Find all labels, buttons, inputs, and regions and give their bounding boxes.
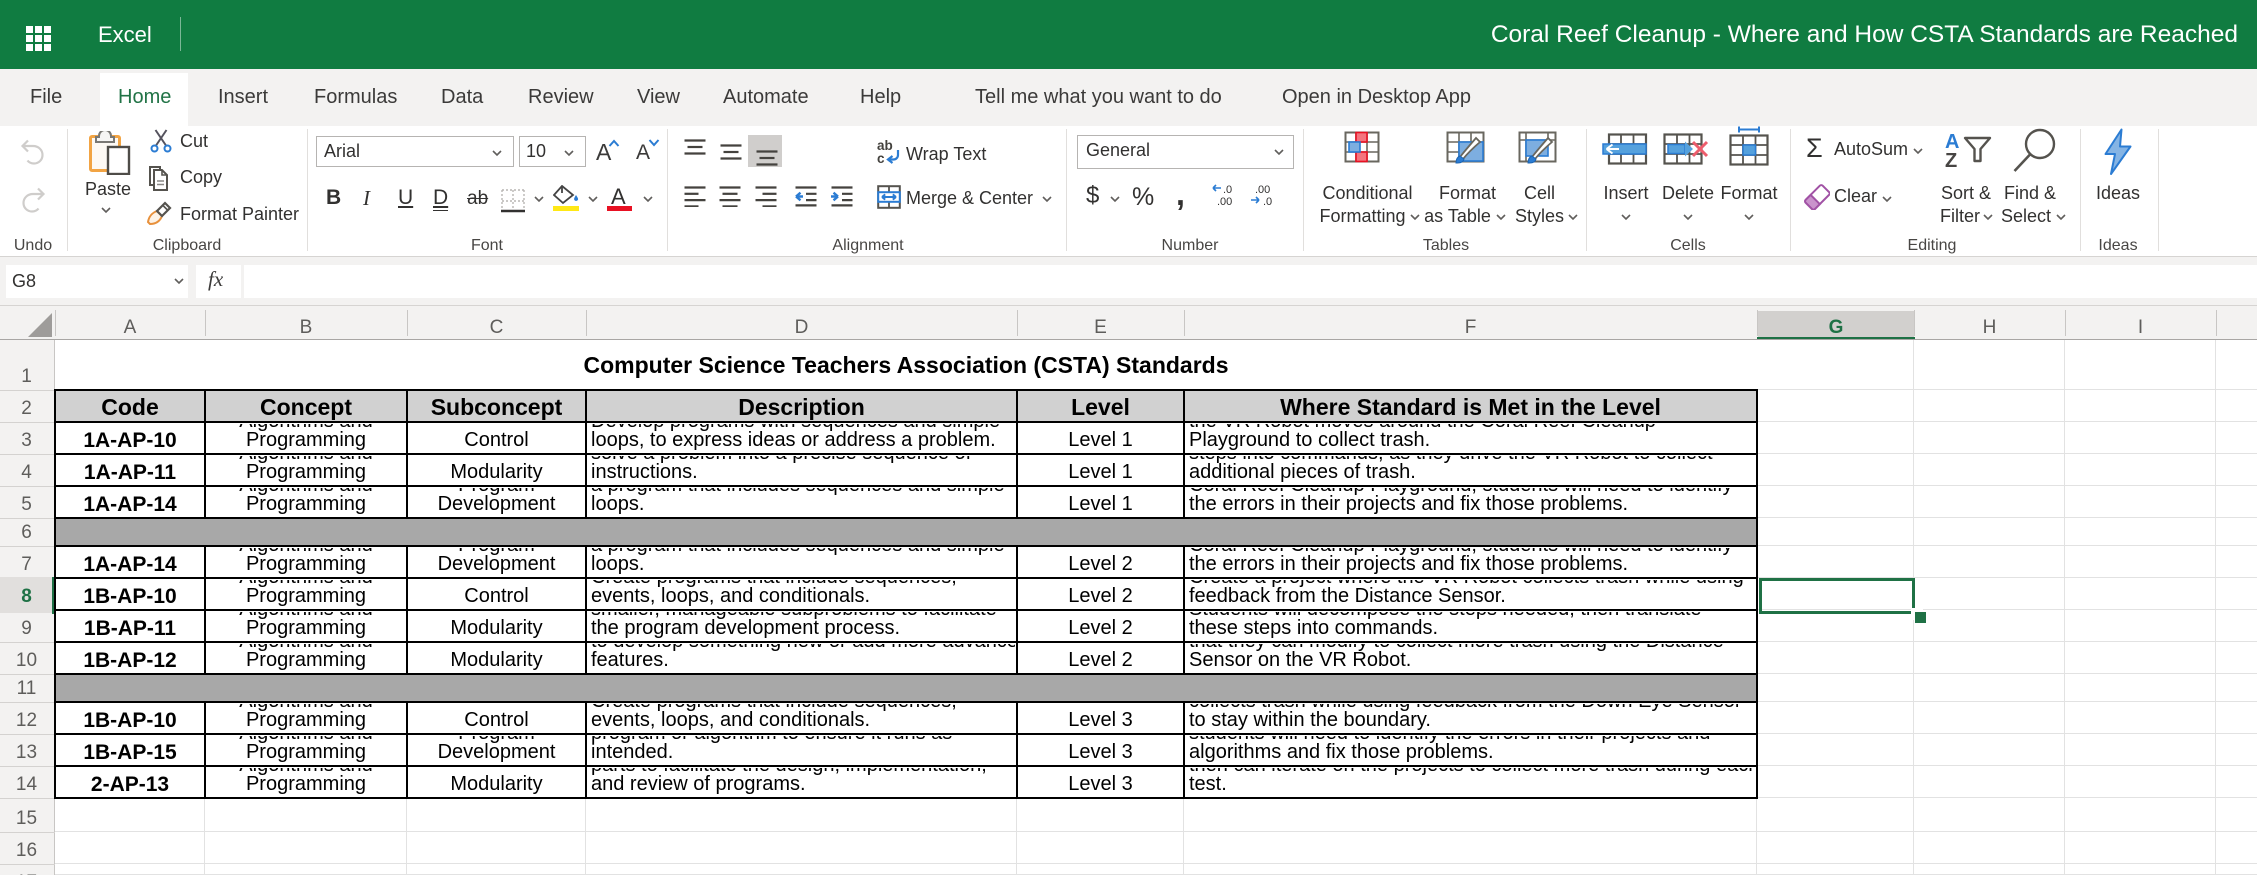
svg-text:.00: .00 <box>1255 184 1270 196</box>
svg-text:Z: Z <box>1945 150 1957 168</box>
svg-text:c: c <box>877 151 885 165</box>
svg-text:.00: .00 <box>1217 196 1232 207</box>
svg-text:.0: .0 <box>1263 196 1272 207</box>
svg-text:.0: .0 <box>1223 184 1232 196</box>
